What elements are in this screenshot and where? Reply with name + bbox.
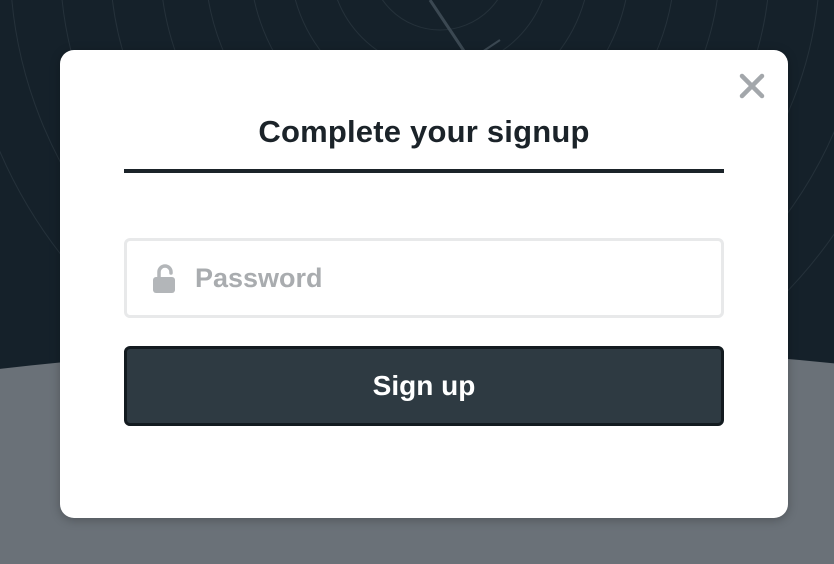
close-button[interactable]: [736, 70, 768, 102]
signup-button[interactable]: Sign up: [124, 346, 724, 426]
unlocked-lock-icon: [153, 264, 175, 293]
title-divider: [124, 169, 724, 173]
modal-title: Complete your signup: [258, 114, 590, 149]
password-input[interactable]: [195, 241, 695, 315]
password-field[interactable]: [124, 238, 724, 318]
signup-modal: Complete your signup Sign up: [60, 50, 788, 518]
close-icon: [739, 73, 765, 99]
